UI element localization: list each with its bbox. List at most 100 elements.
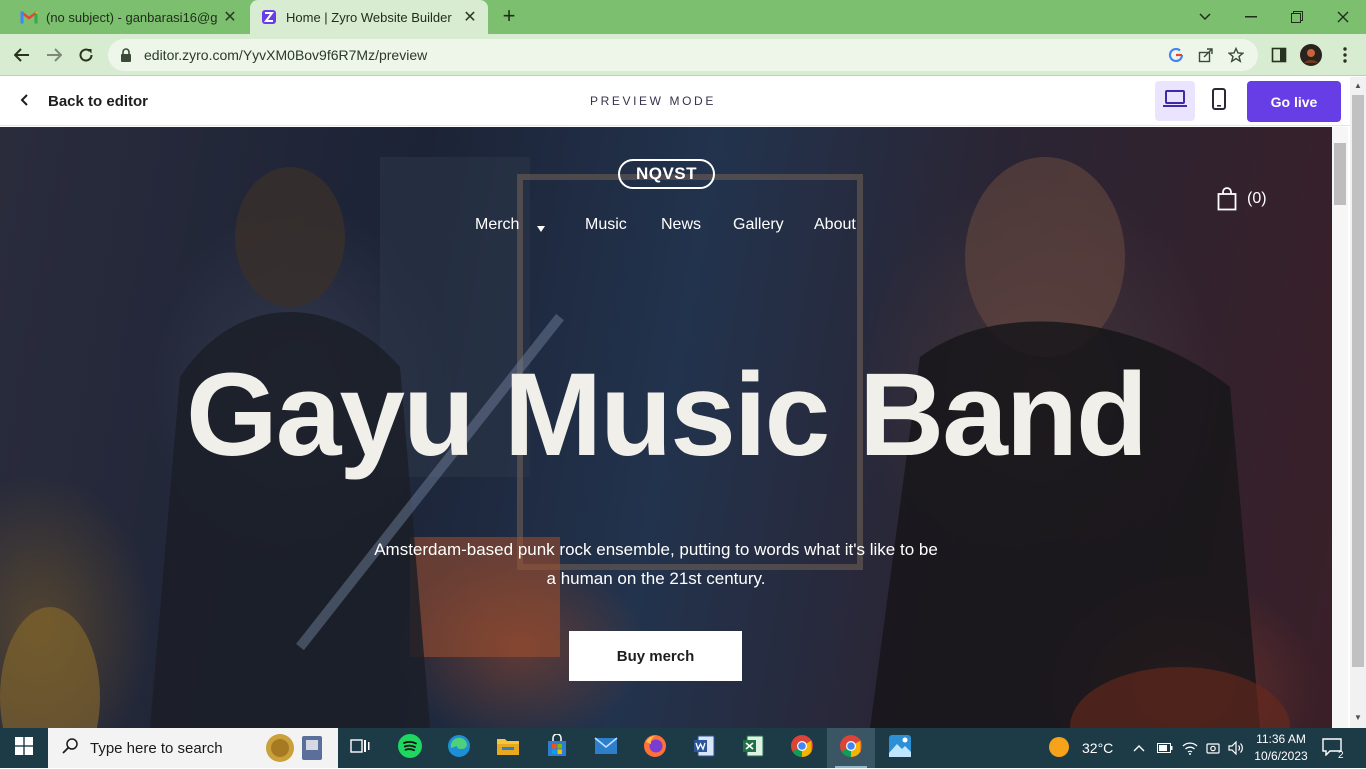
hero-subtitle-line: a human on the 21st century. bbox=[546, 569, 766, 588]
restore-icon[interactable] bbox=[1274, 0, 1320, 34]
mobile-view-button[interactable] bbox=[1199, 81, 1239, 121]
go-live-button[interactable]: Go live bbox=[1247, 81, 1341, 122]
close-icon[interactable]: ✕ bbox=[462, 7, 478, 27]
weather-temp: 32°C bbox=[1082, 740, 1114, 756]
forward-arrow-icon[interactable] bbox=[40, 42, 68, 68]
taskbar-app-firefox[interactable] bbox=[631, 728, 679, 768]
chrome-icon bbox=[790, 734, 814, 763]
page-scrollbar-thumb[interactable] bbox=[1352, 95, 1364, 667]
tab-gmail[interactable]: (no subject) - ganbarasi16@gmail.com ✕ bbox=[8, 0, 248, 34]
hero-subtitle: Amsterdam-based punk rock ensemble, putt… bbox=[356, 535, 956, 593]
taskbar-app-edge[interactable] bbox=[435, 728, 483, 768]
tab-title: Home | Zyro Website Builder bbox=[286, 9, 452, 25]
taskbar-app-chrome-active[interactable] bbox=[827, 728, 875, 768]
tab-zyro[interactable]: Home | Zyro Website Builder ✕ bbox=[250, 0, 488, 34]
start-button[interactable] bbox=[0, 728, 48, 768]
taskbar-app-word[interactable] bbox=[680, 728, 728, 768]
clock-date: 10/6/2023 bbox=[1254, 749, 1308, 763]
word-icon bbox=[692, 734, 716, 763]
more-menu-icon[interactable] bbox=[1334, 44, 1356, 66]
taskbar-clock[interactable]: 11:36 AM 10/6/2023 bbox=[1250, 731, 1312, 765]
preview-header: Back to editor PREVIEW MODE Go live bbox=[0, 77, 1350, 126]
site-logo[interactable]: NQVST bbox=[618, 159, 715, 189]
lock-icon bbox=[120, 48, 134, 62]
address-bar[interactable]: editor.zyro.com/YyvXM0Bov9f6R7Mz/preview bbox=[108, 39, 1258, 71]
scroll-up-arrow-icon[interactable]: ▲ bbox=[1354, 81, 1362, 90]
tab-title: (no subject) - ganbarasi16@gmail.com bbox=[46, 9, 218, 25]
buy-merch-button[interactable]: Buy merch bbox=[569, 631, 742, 681]
nav-item-gallery[interactable]: Gallery bbox=[733, 216, 784, 234]
excel-icon bbox=[741, 734, 765, 763]
wifi-icon[interactable] bbox=[1182, 728, 1198, 768]
taskbar-app-file-explorer[interactable] bbox=[484, 728, 532, 768]
nav-item-about[interactable]: About bbox=[814, 216, 856, 234]
sun-icon bbox=[1048, 736, 1070, 761]
weather-widget[interactable]: 32°C bbox=[1048, 728, 1113, 768]
search-placeholder: Type here to search bbox=[90, 739, 223, 757]
nav-item-merch[interactable]: Merch bbox=[475, 216, 519, 234]
nav-item-news[interactable]: News bbox=[661, 216, 701, 234]
volume-icon[interactable] bbox=[1228, 728, 1244, 768]
edge-icon bbox=[447, 734, 471, 763]
cart-button[interactable]: (0) bbox=[1217, 187, 1267, 211]
windows-logo-icon bbox=[15, 736, 33, 760]
browser-toolbar: editor.zyro.com/YyvXM0Bov9f6R7Mz/preview bbox=[0, 34, 1366, 76]
shopping-bag-icon bbox=[1217, 187, 1237, 211]
close-window-icon[interactable] bbox=[1320, 0, 1366, 34]
side-panel-icon[interactable] bbox=[1268, 44, 1290, 66]
gmail-icon bbox=[20, 9, 38, 25]
task-view-button[interactable] bbox=[336, 728, 384, 768]
inner-scrollbar[interactable] bbox=[1332, 127, 1348, 728]
zyro-icon bbox=[260, 9, 278, 25]
new-tab-button[interactable]: + bbox=[498, 5, 520, 27]
taskbar-app-chrome[interactable] bbox=[778, 728, 826, 768]
taskbar-app-photos[interactable] bbox=[876, 728, 924, 768]
laptop-icon bbox=[1163, 89, 1187, 113]
firefox-icon bbox=[643, 734, 667, 763]
caret-down-icon[interactable] bbox=[536, 220, 546, 238]
nav-item-music[interactable]: Music bbox=[585, 216, 627, 234]
desktop-view-button[interactable] bbox=[1155, 81, 1195, 121]
search-highlight-icon bbox=[262, 732, 326, 769]
back-arrow-icon[interactable] bbox=[8, 42, 36, 68]
taskbar-app-mail[interactable] bbox=[582, 728, 630, 768]
browser-tab-strip: (no subject) - ganbarasi16@gmail.com ✕ H… bbox=[0, 0, 1366, 34]
hero-subtitle-line: Amsterdam-based punk rock ensemble, putt… bbox=[374, 540, 938, 559]
mobile-icon bbox=[1212, 87, 1226, 115]
taskbar-app-store[interactable] bbox=[533, 728, 581, 768]
taskbar-search-box[interactable]: Type here to search bbox=[48, 728, 338, 768]
google-translate-icon[interactable] bbox=[1168, 47, 1186, 65]
preview-mode-label: PREVIEW MODE bbox=[590, 94, 716, 108]
site-nav: Merch Music News Gallery About bbox=[0, 216, 1332, 238]
notification-count: 2 bbox=[1338, 749, 1344, 761]
close-icon[interactable]: ✕ bbox=[222, 7, 238, 27]
notifications-button[interactable]: 2 bbox=[1322, 728, 1344, 768]
scroll-down-arrow-icon[interactable]: ▼ bbox=[1354, 713, 1362, 722]
chrome-icon bbox=[839, 734, 863, 763]
hero-section: NQVST Merch Music News Gallery About (0)… bbox=[0, 127, 1332, 728]
clock-time: 11:36 AM bbox=[1256, 732, 1306, 746]
profile-avatar[interactable] bbox=[1300, 44, 1322, 66]
battery-icon[interactable] bbox=[1157, 728, 1173, 768]
back-to-editor-link[interactable]: Back to editor bbox=[20, 90, 148, 112]
taskbar-app-spotify[interactable] bbox=[386, 728, 434, 768]
share-icon[interactable] bbox=[1198, 47, 1216, 65]
chevron-left-icon bbox=[20, 93, 34, 110]
bookmark-star-icon[interactable] bbox=[1227, 46, 1246, 65]
tray-overflow-chevron-icon[interactable] bbox=[1133, 728, 1145, 768]
hero-title: Gayu Music Band bbox=[185, 349, 1148, 481]
tab-search-icon[interactable] bbox=[1182, 0, 1228, 34]
taskbar-app-excel[interactable] bbox=[729, 728, 777, 768]
back-label: Back to editor bbox=[48, 92, 149, 110]
photos-icon bbox=[888, 734, 912, 763]
folder-icon bbox=[496, 736, 520, 761]
cart-count: (0) bbox=[1247, 190, 1267, 207]
minimize-icon[interactable] bbox=[1228, 0, 1274, 34]
reload-icon[interactable] bbox=[72, 42, 100, 68]
mail-icon bbox=[594, 736, 618, 760]
windows-taskbar: Type here to search 32°C 11:36 AM 10/6/2… bbox=[0, 728, 1366, 768]
camera-icon[interactable] bbox=[1206, 728, 1220, 768]
spotify-icon bbox=[398, 733, 422, 763]
inner-scrollbar-thumb[interactable] bbox=[1334, 143, 1346, 205]
search-icon bbox=[62, 737, 78, 759]
